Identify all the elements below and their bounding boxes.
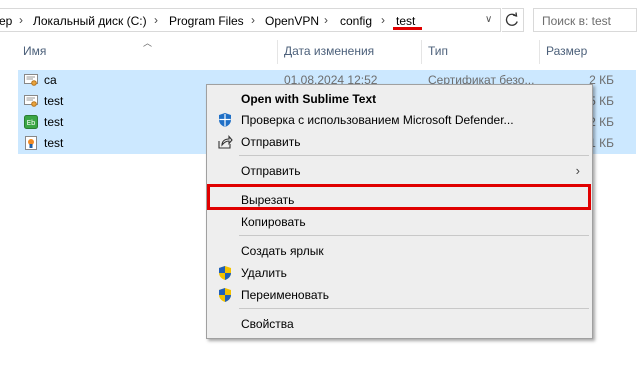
menu-item-label: Проверка с использованием Microsoft Defe… (241, 113, 514, 127)
menu-item-defender-scan[interactable]: Проверка с использованием Microsoft Defe… (207, 109, 592, 131)
search-placeholder: Поиск в: test (542, 14, 611, 28)
column-divider[interactable] (421, 40, 422, 64)
menu-item-open-with-sublime[interactable]: Open with Sublime Text (207, 88, 592, 110)
menu-item-create-shortcut[interactable]: Создать ярлык (207, 240, 592, 262)
menu-item-label: Open with Sublime Text (241, 92, 377, 106)
menu-item-label: Отправить (241, 164, 301, 178)
menu-item-send-to[interactable]: Отправить › (207, 160, 592, 182)
file-name: ca (44, 73, 57, 87)
column-divider[interactable] (539, 40, 540, 64)
menu-item-delete[interactable]: Удалить (207, 262, 592, 284)
search-input[interactable]: Поиск в: test (533, 8, 637, 32)
certificate-icon (24, 95, 38, 107)
column-header-size[interactable]: Размер (546, 44, 587, 58)
refresh-button[interactable] (502, 8, 524, 32)
breadcrumb-config[interactable]: config (340, 14, 372, 28)
breadcrumb-separator-icon[interactable]: › (154, 13, 158, 27)
sort-ascending-icon: ︿ (143, 38, 153, 48)
refresh-icon (505, 12, 518, 26)
certificate-icon (24, 74, 38, 86)
chevron-down-icon[interactable]: ∨ (485, 14, 492, 25)
menu-item-label: Свойства (241, 317, 294, 331)
menu-separator (239, 155, 589, 156)
uac-shield-icon (219, 266, 231, 280)
menu-item-label: Отправить (241, 135, 301, 149)
menu-separator (239, 235, 589, 236)
red-underline-annotation (393, 27, 422, 30)
address-bar-row: ер › Локальный диск (C:) › Program Files… (0, 0, 637, 40)
menu-item-share[interactable]: Отправить (207, 131, 592, 153)
red-highlight-annotation (207, 184, 591, 210)
file-name: test (44, 94, 64, 108)
column-header-date[interactable]: Дата изменения (284, 44, 374, 58)
menu-item-properties[interactable]: Свойства (207, 313, 592, 335)
menu-item-label: Создать ярлык (241, 244, 324, 258)
breadcrumb-separator-icon[interactable]: › (324, 13, 328, 27)
breadcrumb-local-disk[interactable]: Локальный диск (C:) (33, 14, 147, 28)
chevron-right-icon: › (575, 163, 580, 178)
breadcrumb-test[interactable]: test (396, 14, 415, 28)
column-divider[interactable] (277, 40, 278, 64)
column-header-name[interactable]: Имя (23, 44, 46, 58)
breadcrumb-separator-icon[interactable]: › (19, 13, 23, 27)
menu-item-rename[interactable]: Переименовать (207, 284, 592, 306)
breadcrumb-separator-icon[interactable]: › (381, 13, 385, 27)
breadcrumb-openvpn[interactable]: OpenVPN (265, 14, 319, 28)
context-menu: Open with Sublime Text Проверка с исполь… (206, 84, 593, 339)
openvpn-config-icon (25, 136, 37, 150)
file-name: test (44, 136, 64, 150)
menu-item-label: Копировать (241, 215, 306, 229)
file-name: test (44, 115, 64, 129)
menu-item-label: Удалить (241, 266, 287, 280)
breadcrumb-computer[interactable]: ер (0, 14, 12, 28)
breadcrumb-program-files[interactable]: Program Files (169, 14, 244, 28)
menu-separator (239, 308, 589, 309)
breadcrumb-separator-icon[interactable]: › (251, 13, 255, 27)
address-bar[interactable]: ер › Локальный диск (C:) › Program Files… (0, 8, 501, 32)
uac-shield-icon (219, 288, 231, 302)
menu-item-copy[interactable]: Копировать (207, 211, 592, 233)
menu-item-label: Переименовать (241, 288, 329, 302)
svg-text:Eb: Eb (27, 119, 36, 127)
defender-shield-icon (219, 113, 231, 127)
column-header-type[interactable]: Тип (428, 44, 448, 58)
share-icon (218, 135, 233, 149)
key-file-icon: Eb (24, 115, 38, 129)
